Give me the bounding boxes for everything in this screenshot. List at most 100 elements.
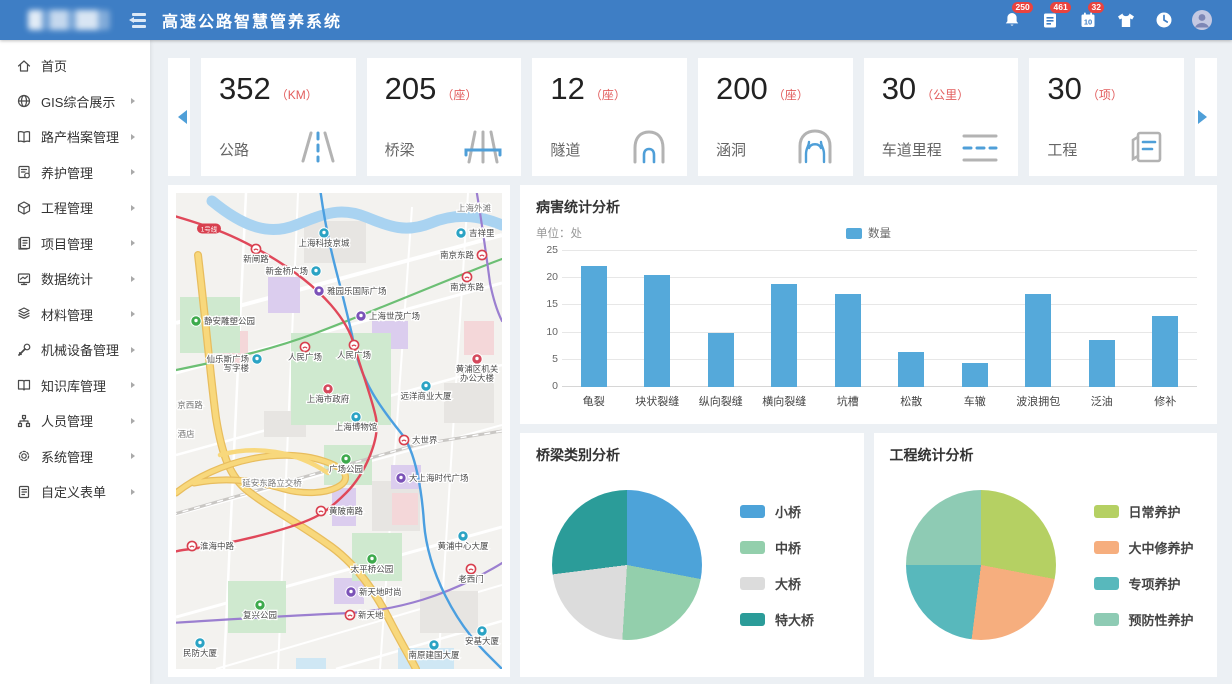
stat-unit: （座） [590,88,626,102]
legend-item-日常养护[interactable]: 日常养护 [1094,502,1194,521]
carousel-next-button[interactable] [1195,58,1217,176]
legend-swatch [740,541,765,554]
legend-label: 大中修养护 [1129,538,1194,557]
carousel-prev-button[interactable] [168,58,190,176]
legend-item-大中修养护[interactable]: 大中修养护 [1094,538,1194,557]
legend-item-专项养护[interactable]: 专项养护 [1094,574,1194,593]
sidebar-item-自定义表单[interactable]: 自定义表单 [0,474,150,510]
map-label-新天地: 新天地 [345,610,384,620]
notification-bell-icon[interactable]: 250 [1000,8,1024,32]
sidebar-item-材料管理[interactable]: 材料管理 [0,297,150,333]
stat-card-桥梁[interactable]: 205（座）桥梁 [367,58,522,176]
sidebar-item-首页[interactable]: 首页 [0,48,150,84]
menu-collapse-icon[interactable] [126,12,146,28]
calendar-icon-wrap[interactable]: 10 32 [1076,8,1100,32]
svg-text:上海世茂广场: 上海世茂广场 [369,311,420,321]
user-avatar[interactable] [1190,8,1214,32]
sidebar-item-GIS综合展示[interactable]: GIS综合展示 [0,84,150,120]
bell-icon [1002,10,1022,30]
y-axis-tick: 0 [538,380,558,392]
bar-修补 [1134,251,1198,387]
stat-card-工程[interactable]: 30（项）工程 [1029,58,1184,176]
sidebar-item-label: 数据统计 [41,269,93,288]
legend-item-小桥[interactable]: 小桥 [740,502,814,521]
svg-text:上海博物馆: 上海博物馆 [335,422,378,432]
sidebar-item-label: 养护管理 [41,163,93,182]
stat-value: 12 [550,71,584,106]
bar-rect [1025,294,1051,387]
svg-text:淮海中路: 淮海中路 [200,541,235,551]
svg-text:广场公园: 广场公园 [329,464,363,474]
sidebar-item-label: 机械设备管理 [41,340,119,359]
legend-swatch [740,577,765,590]
sidebar-item-知识库管理[interactable]: 知识库管理 [0,368,150,404]
bar-rect [835,294,861,387]
legend-label: 大桥 [775,574,801,593]
legend-label: 专项养护 [1129,574,1181,593]
stat-card-隧道[interactable]: 12 （座） 隧道 [532,58,687,176]
stat-label: 车道里程 [882,139,942,160]
sidebar-item-label: 材料管理 [41,305,93,324]
stat-card-涵洞[interactable]: 200（座）涵洞 [698,58,853,176]
x-axis-label: 坑槽 [816,393,880,409]
svg-text:静安雕塑公园: 静安雕塑公园 [204,316,255,326]
project-panel-title: 工程统计分析 [890,445,1202,465]
legend-swatch [846,228,862,239]
bar-chart-legend[interactable]: 数量 [536,225,1201,241]
x-axis-label: 松散 [880,393,944,409]
bar-rect [1152,316,1178,387]
legend-item-中桥[interactable]: 中桥 [740,538,814,557]
sidebar-item-label: 项目管理 [41,234,93,253]
map-label-大世界: 大世界 [399,435,438,445]
stat-value: 30 [1047,71,1081,106]
legend-item-大桥[interactable]: 大桥 [740,574,814,593]
bridge-panel-title: 桥梁类别分析 [536,445,848,465]
svg-text:上海外滩: 上海外滩 [457,203,492,213]
sidebar-item-工程管理[interactable]: 工程管理 [0,190,150,226]
legend-item-特大桥[interactable]: 特大桥 [740,610,814,629]
uniform-shirt-icon[interactable] [1114,8,1138,32]
stats-carousel: 352 （KM） 公路 205（座）桥梁 12 （座） 隧道 200（座）涵洞30（公里）车道… [168,58,1217,176]
legend-label: 中桥 [775,538,801,557]
main-content: 352 （KM） 公路 205（座）桥梁 12 （座） 隧道 200（座）涵洞30（公里）车道… [150,40,1232,684]
clock-icon-wrap[interactable] [1152,8,1176,32]
stat-unit: （座） [441,88,477,102]
svg-text:黄浦区机关办公大楼: 黄浦区机关办公大楼 [456,364,499,383]
sidebar-item-路产档案管理[interactable]: 路产档案管理 [0,119,150,155]
legend-item-预防性养护[interactable]: 预防性养护 [1094,610,1194,629]
stat-label: 涵洞 [716,139,746,160]
bar-rect [581,266,607,387]
sidebar-item-系统管理[interactable]: 系统管理 [0,439,150,475]
bar-chart-x-labels: 龟裂块状裂缝纵向裂缝横向裂缝坑槽松散车辙波浪拥包泛油修补 [562,393,1197,409]
legend-swatch [740,613,765,626]
stat-card-公路[interactable]: 352 （KM） 公路 [201,58,356,176]
stat-label: 隧道 [550,139,580,160]
x-axis-label: 块状裂缝 [626,393,690,409]
stat-value: 352 [219,71,271,106]
stat-value: 30 [882,71,916,106]
sidebar-item-养护管理[interactable]: 养护管理 [0,155,150,191]
legend-label: 日常养护 [1129,502,1181,521]
calendar-day-number: 10 [1084,18,1092,27]
sidebar-item-数据统计[interactable]: 数据统计 [0,261,150,297]
bar-横向裂缝 [753,251,817,387]
city-map[interactable]: 上海外滩1号线新闸路上海科技京城吉祥里南京东路南京东路新金桥广场雅园乐国际广场静… [176,193,502,669]
sidebar-item-人员管理[interactable]: 人员管理 [0,403,150,439]
stat-card-车道里程[interactable]: 30（公里）车道里程 [864,58,1019,176]
message-clipboard-icon[interactable]: 461 [1038,8,1062,32]
chevron-right-icon [131,276,138,282]
stat-label: 公路 [219,139,249,160]
stat-unit: （KM） [276,88,318,102]
sidebar-nav: 首页GIS综合展示路产档案管理养护管理工程管理项目管理数据统计材料管理机械设备管… [0,40,150,684]
x-axis-label: 车辙 [943,393,1007,409]
project-pie-legend: 日常养护大中修养护专项养护预防性养护 [1094,502,1194,629]
bar-rect [644,275,670,387]
sidebar-item-机械设备管理[interactable]: 机械设备管理 [0,332,150,368]
bridge-icon [461,126,505,166]
map-label-京西路: 京西路 [177,400,203,410]
tunnel-icon [627,126,671,166]
legend-swatch [1094,613,1119,626]
sidebar-item-项目管理[interactable]: 项目管理 [0,226,150,262]
chevron-right-icon [131,98,138,104]
knowledge-icon [16,377,32,393]
